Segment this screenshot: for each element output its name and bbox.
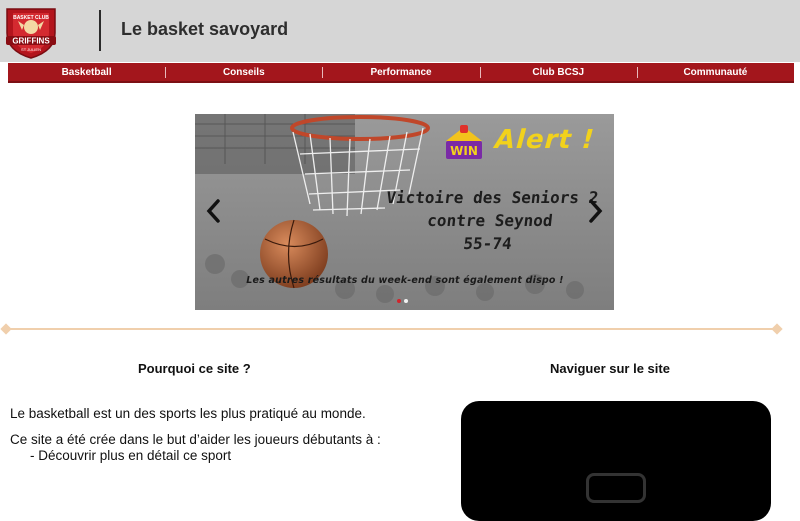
alert-title: Alert !	[493, 125, 596, 155]
navigation-video[interactable]	[461, 401, 771, 521]
headline-line-2: contre Seynod	[426, 211, 554, 230]
news-carousel[interactable]: WIN Alert ! Victoire des Seniors 2 contr…	[195, 114, 614, 310]
section-separator	[6, 328, 778, 330]
why-list: Découvrir plus en détail ce sport	[10, 448, 390, 464]
carousel-indicator-2[interactable]	[404, 299, 408, 303]
chevron-right-icon	[589, 199, 603, 223]
chevron-left-icon	[206, 199, 220, 223]
why-paragraph-2: Ce site a été crée dans le but d’aider l…	[10, 432, 381, 447]
nav-item-basketball[interactable]: Basketball	[8, 63, 165, 81]
carousel-prev-button[interactable]	[203, 198, 225, 224]
club-logo[interactable]: BASKET CLUB GRIFFINS ST JULIEN	[3, 3, 59, 59]
carousel-indicator-1[interactable]	[397, 299, 401, 303]
site-title: Le basket savoyard	[121, 19, 289, 39]
why-title: Pourquoi ce site ?	[138, 361, 251, 376]
win-badge-icon: WIN	[446, 125, 482, 159]
slide-headline: Victoire des Seniors 2 contre Seynod 55-…	[371, 186, 608, 255]
win-badge-label: WIN	[450, 144, 478, 158]
nav-item-communaute[interactable]: Communauté	[636, 63, 794, 81]
headline-score: 55-74	[462, 234, 513, 253]
site-header: BASKET CLUB GRIFFINS ST JULIEN Le basket…	[0, 0, 800, 62]
play-button-icon[interactable]	[586, 473, 646, 503]
why-paragraph-1: Le basketball est un des sports les plus…	[10, 406, 366, 421]
svg-text:GRIFFINS: GRIFFINS	[12, 37, 50, 46]
carousel-indicators	[397, 299, 408, 303]
nav-item-club-bcsj[interactable]: Club BCSJ	[479, 63, 637, 81]
why-list-item: Découvrir plus en détail ce sport	[30, 448, 390, 464]
separator-diamond-right	[771, 323, 783, 335]
why-content: Le basketball est un des sports les plus…	[10, 406, 390, 464]
headline-line-1: Victoire des Seniors 2	[385, 188, 600, 207]
header-divider	[99, 10, 101, 51]
navigate-title: Naviguer sur le site	[550, 361, 670, 376]
svg-text:ST JULIEN: ST JULIEN	[21, 47, 41, 52]
nav-item-conseils[interactable]: Conseils	[165, 63, 322, 81]
carousel-next-button[interactable]	[584, 198, 606, 224]
nav-item-performance[interactable]: Performance	[322, 63, 479, 81]
main-nav: Basketball Conseils Performance Club BCS…	[8, 63, 794, 83]
slide-subline: Les autres résultats du week-end sont ég…	[246, 275, 564, 286]
